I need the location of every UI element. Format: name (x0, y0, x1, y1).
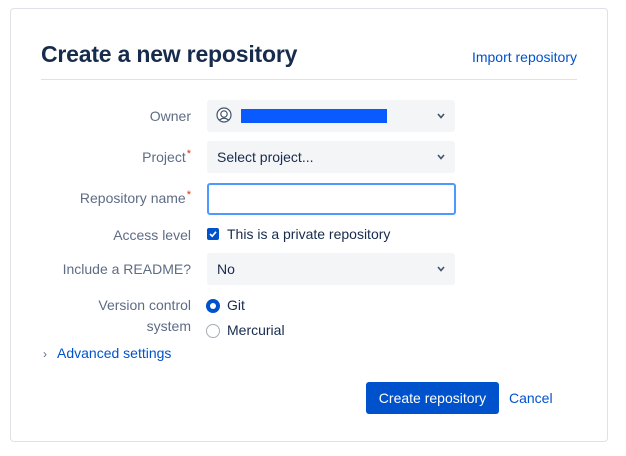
chevron-down-icon (437, 113, 445, 119)
mercurial-radio-label: Mercurial (227, 322, 285, 338)
private-repository-checkbox[interactable] (207, 228, 219, 240)
create-repository-dialog: Create a new repository Import repositor… (10, 8, 608, 442)
advanced-settings-label: Advanced settings (57, 345, 172, 361)
mercurial-radio[interactable] (206, 324, 220, 338)
repository-name-label: Repository name* (79, 189, 191, 206)
project-label: Project* (142, 148, 191, 165)
private-repository-label: This is a private repository (227, 226, 391, 242)
git-radio[interactable] (206, 299, 220, 313)
version-control-label-line1: Version control (98, 297, 191, 313)
required-indicator: * (186, 189, 191, 201)
version-control-label-line2: system (146, 318, 191, 334)
owner-value-redacted (241, 109, 387, 123)
chevron-down-icon (437, 266, 445, 272)
advanced-settings-toggle[interactable]: › Advanced settings (43, 345, 171, 361)
page-title: Create a new repository (41, 41, 298, 67)
readme-label: Include a README? (62, 261, 191, 277)
header-divider (41, 79, 577, 80)
access-level-label: Access level (113, 227, 191, 243)
git-radio-label: Git (227, 297, 245, 313)
checkmark-icon (209, 231, 217, 238)
repository-name-input[interactable] (207, 183, 456, 215)
cancel-button[interactable]: Cancel (509, 390, 553, 406)
owner-select[interactable] (207, 100, 455, 132)
required-indicator: * (186, 148, 191, 160)
chevron-right-icon: › (43, 347, 47, 361)
project-select[interactable]: Select project... (207, 141, 455, 173)
avatar-icon (216, 107, 232, 123)
readme-select-value: No (217, 261, 235, 277)
chevron-down-icon (437, 154, 445, 160)
project-select-value: Select project... (217, 149, 314, 165)
create-repository-button[interactable]: Create repository (366, 382, 499, 414)
owner-label: Owner (149, 108, 191, 124)
readme-select[interactable]: No (207, 253, 455, 285)
import-repository-link[interactable]: Import repository (472, 49, 577, 65)
